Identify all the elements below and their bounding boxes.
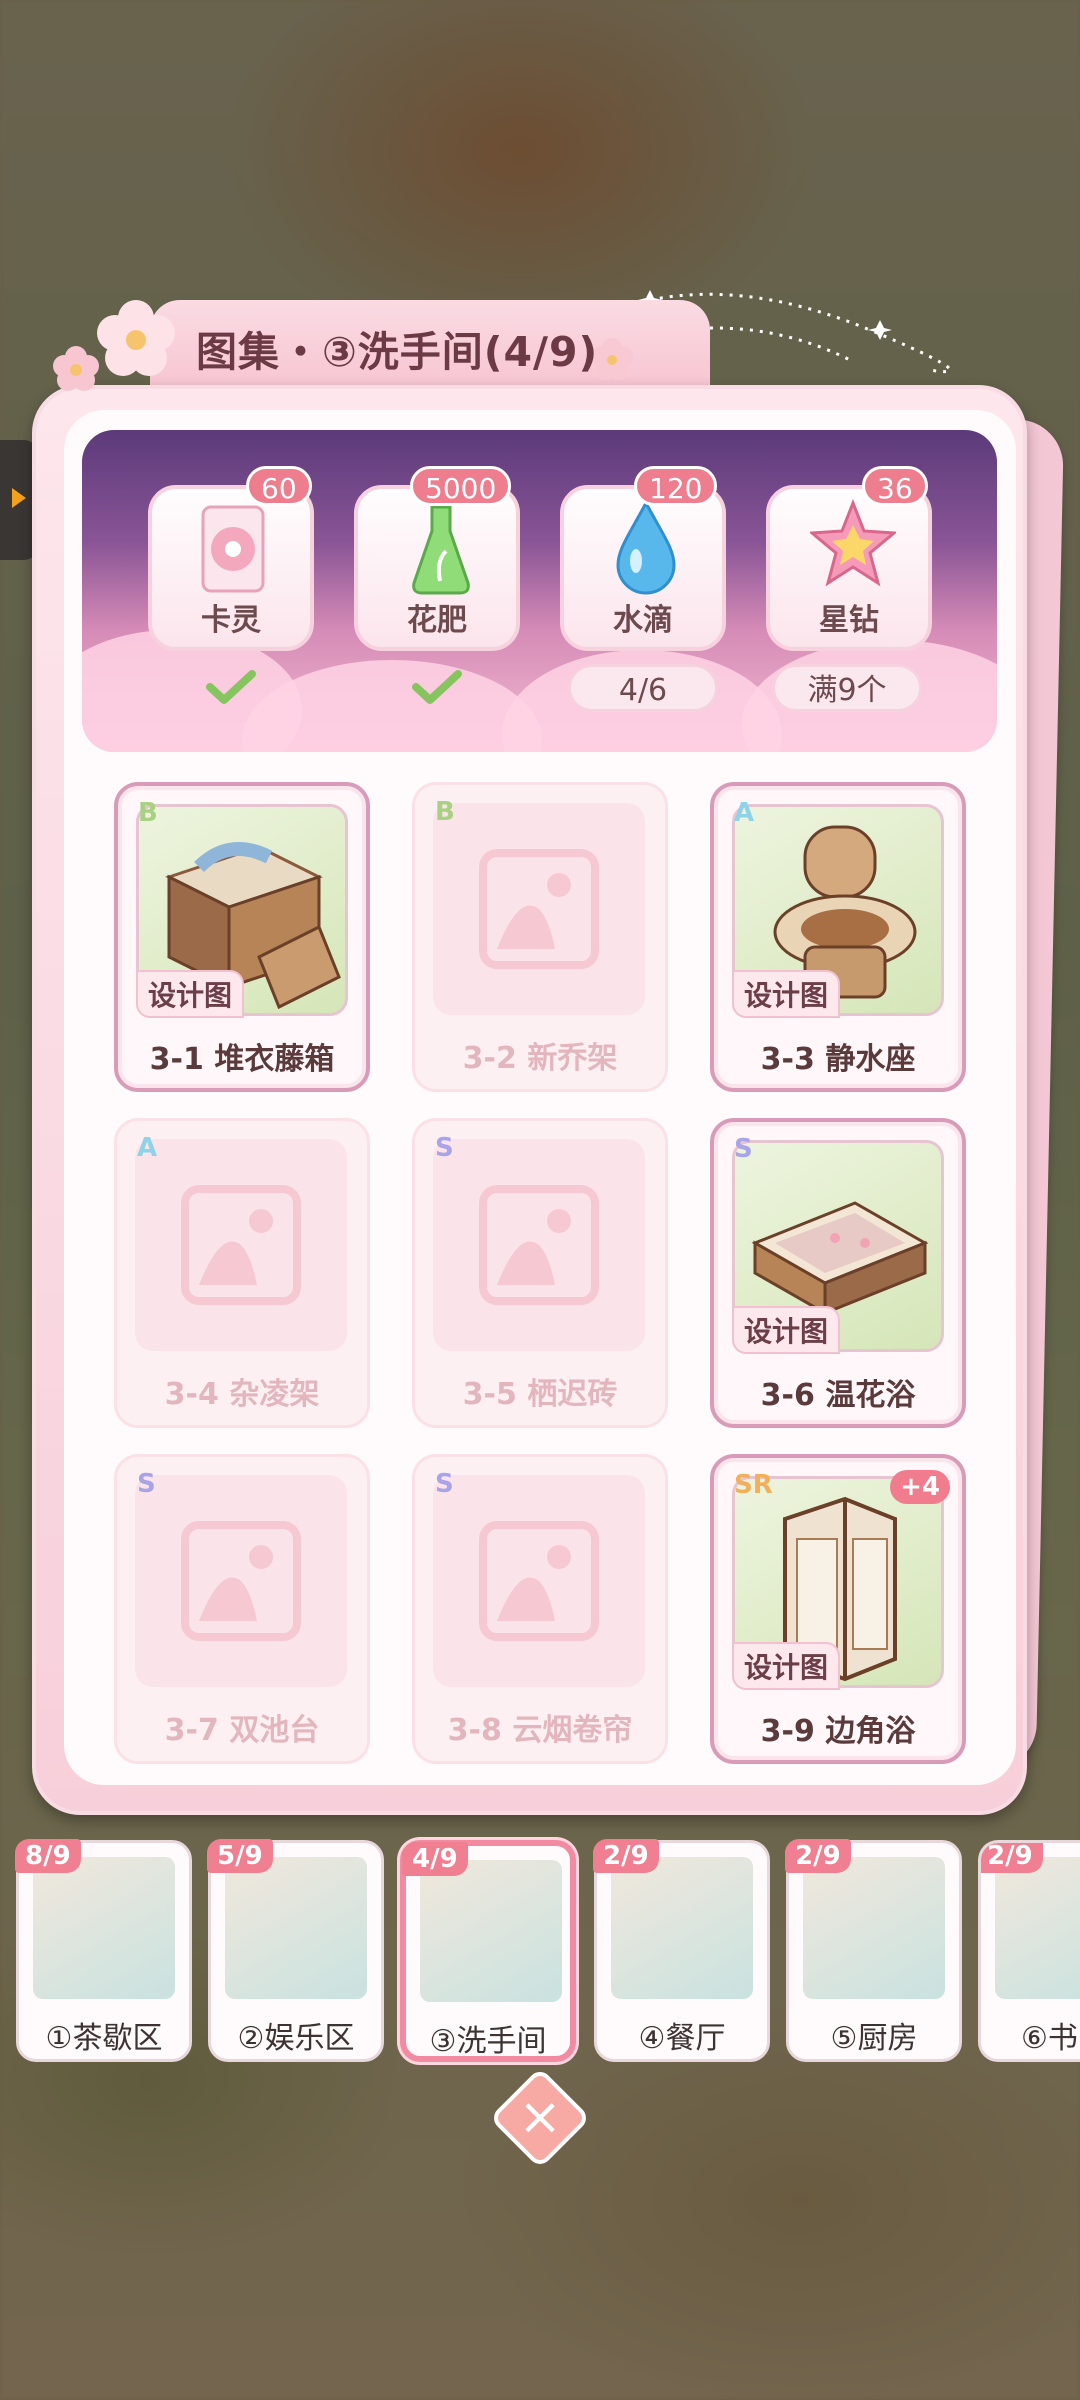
room-tab-yule[interactable]: 5/9 ②娱乐区 xyxy=(207,1839,384,2062)
room-thumbnail xyxy=(225,1857,367,1999)
resource-card-huafei[interactable]: 花肥 xyxy=(354,485,520,651)
design-tag: 设计图 xyxy=(136,970,245,1018)
rank-badge: A xyxy=(137,1133,158,1163)
item-name: 3-7 双池台 xyxy=(164,1713,320,1748)
page-title: 图集・③洗手间(4/9) xyxy=(196,328,599,376)
item-name: 3-6 温花浴 xyxy=(760,1378,916,1413)
room-tab-chaxie[interactable]: 8/9 ①茶歇区 xyxy=(15,1839,192,2062)
item-name: 3-5 栖迟砖 xyxy=(462,1377,618,1412)
resource-label: 水滴 xyxy=(613,603,673,638)
image-placeholder-icon xyxy=(181,1521,301,1641)
room-tab-chufang[interactable]: 2/9 ⑤厨房 xyxy=(785,1839,962,2062)
resource-progress: 4/6 xyxy=(568,664,718,712)
room-progress-badge: 2/9 xyxy=(785,1839,851,1873)
rank-badge: A xyxy=(734,798,755,828)
room-label: ③洗手间 xyxy=(429,2024,547,2059)
room-progress-badge: 8/9 xyxy=(15,1839,81,1873)
room-thumbnail xyxy=(995,1857,1080,1999)
star-gem-icon xyxy=(810,499,896,587)
room-label: ④餐厅 xyxy=(638,2021,726,2056)
resource-label: 卡灵 xyxy=(201,603,261,638)
design-tag: 设计图 xyxy=(732,1642,841,1690)
image-placeholder-icon xyxy=(181,1185,301,1305)
item-thumbnail-locked xyxy=(135,1475,347,1687)
check-icon xyxy=(206,670,256,704)
rank-badge: S xyxy=(137,1469,156,1499)
resource-count-badge: 120 xyxy=(634,466,718,506)
close-icon: × xyxy=(518,2087,562,2147)
resource-card-kaling[interactable]: 卡灵 xyxy=(148,485,314,651)
item-card-3-8[interactable]: S 3-8 云烟卷帘 xyxy=(412,1454,668,1764)
room-progress-badge: 2/9 xyxy=(981,1843,1043,1873)
room-label: ⑥书 xyxy=(1021,2021,1078,2056)
check-icon xyxy=(412,670,462,704)
rank-badge: SR xyxy=(734,1470,773,1500)
rank-badge: B xyxy=(435,797,455,827)
resource-label: 花肥 xyxy=(407,603,467,638)
rank-badge: S xyxy=(435,1469,454,1499)
item-card-3-5[interactable]: S 3-5 栖迟砖 xyxy=(412,1118,668,1428)
room-thumbnail xyxy=(803,1857,945,1999)
resource-label: 星钻 xyxy=(819,603,879,638)
resource-count-badge: 5000 xyxy=(410,466,512,506)
image-placeholder-icon xyxy=(479,1521,599,1641)
flower-decoration-icon xyxy=(53,300,175,391)
item-card-3-1[interactable]: B 设计图 3-1 堆衣藤箱 xyxy=(114,782,370,1092)
item-card-3-4[interactable]: A 3-4 杂凌架 xyxy=(114,1118,370,1428)
design-tag: 设计图 xyxy=(732,1306,841,1354)
resource-card-xingzuan[interactable]: 星钻 xyxy=(766,485,932,651)
item-name: 3-4 杂凌架 xyxy=(164,1377,320,1412)
room-thumbnail xyxy=(33,1857,175,1999)
item-thumbnail-locked xyxy=(433,1139,645,1351)
card-icon xyxy=(201,505,265,593)
room-thumbnail xyxy=(611,1857,753,1999)
resource-progress: 满9个 xyxy=(772,664,922,712)
resource-count-badge: 60 xyxy=(246,466,312,506)
rank-badge: B xyxy=(138,798,158,828)
design-tag: 设计图 xyxy=(732,970,841,1018)
room-tab-canting[interactable]: 2/9 ④餐厅 xyxy=(593,1839,770,2062)
resource-card-shuidi[interactable]: 水滴 xyxy=(560,485,726,651)
room-progress-badge: 4/9 xyxy=(402,1842,468,1876)
resource-count-badge: 36 xyxy=(862,466,928,506)
room-tab-xishoujian[interactable]: 4/9 ③洗手间 xyxy=(400,1840,576,2062)
rank-badge: S xyxy=(734,1134,753,1164)
extra-count-badge: +4 xyxy=(890,1470,950,1504)
item-card-3-9[interactable]: SR +4 设计图 3-9 边角浴 xyxy=(710,1454,966,1764)
item-name: 3-8 云烟卷帘 xyxy=(447,1713,633,1748)
item-name: 3-3 静水座 xyxy=(760,1042,916,1077)
room-progress-badge: 5/9 xyxy=(207,1839,273,1873)
room-label: ①茶歇区 xyxy=(45,2021,163,2056)
room-label: ⑤厨房 xyxy=(830,2021,918,2056)
item-card-3-6[interactable]: S 设计图 3-6 温花浴 xyxy=(710,1118,966,1428)
item-card-3-2[interactable]: B 3-2 新乔架 xyxy=(412,782,668,1092)
item-name: 3-2 新乔架 xyxy=(462,1041,618,1076)
fertilizer-flask-icon xyxy=(412,505,470,595)
room-tab-shu[interactable]: 2/9 ⑥书 xyxy=(978,1840,1080,2062)
item-name: 3-9 边角浴 xyxy=(760,1714,916,1749)
room-label: ②娱乐区 xyxy=(237,2021,355,2056)
item-card-3-3[interactable]: A 设计图 3-3 静水座 xyxy=(710,782,966,1092)
image-placeholder-icon xyxy=(479,1185,599,1305)
item-thumbnail-locked xyxy=(135,1139,347,1351)
room-progress-badge: 2/9 xyxy=(593,1839,659,1873)
item-thumbnail-locked xyxy=(433,803,645,1015)
rank-badge: S xyxy=(435,1133,454,1163)
item-card-3-7[interactable]: S 3-7 双池台 xyxy=(114,1454,370,1764)
item-name: 3-1 堆衣藤箱 xyxy=(149,1042,335,1077)
water-drop-icon xyxy=(616,499,676,595)
item-thumbnail-locked xyxy=(433,1475,645,1687)
image-placeholder-icon xyxy=(479,849,599,969)
room-thumbnail xyxy=(420,1860,562,2002)
